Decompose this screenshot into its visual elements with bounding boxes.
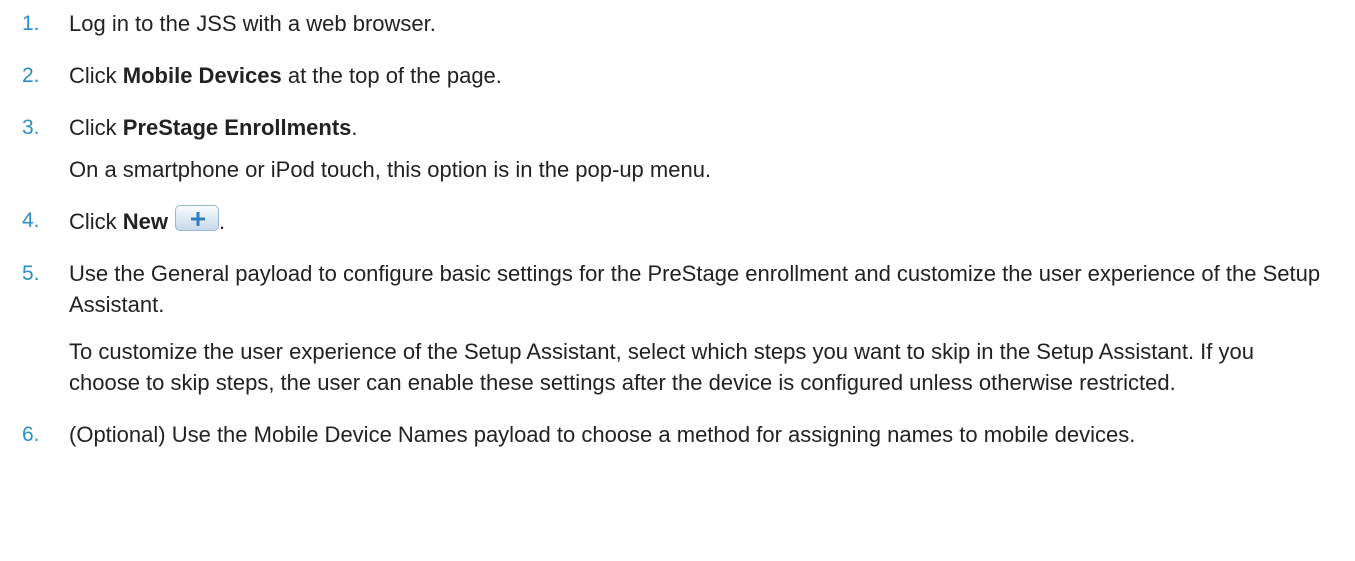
step-2-text-before: Click — [69, 63, 123, 88]
step-3-text: Click PreStage Enrollments. — [69, 115, 358, 140]
step-6: 6. (Optional) Use the Mobile Device Name… — [0, 419, 1355, 450]
step-3: 3. Click PreStage Enrollments. On a smar… — [0, 112, 1355, 185]
step-3-text-before: Click — [69, 115, 123, 140]
step-6-text: (Optional) Use the Mobile Device Names p… — [69, 422, 1136, 447]
step-4-ui-term: New — [122, 209, 169, 234]
step-1-text: Log in to the JSS with a web browser. — [69, 11, 436, 36]
step-6-number: 6. — [22, 423, 40, 446]
step-2-text-after: at the top of the page. — [281, 63, 502, 88]
step-4-text-before: Click — [69, 209, 123, 234]
step-5-text: Use the General payload to configure bas… — [69, 261, 1321, 317]
step-3-text-after: . — [351, 115, 358, 140]
step-4-text: Click New. — [69, 205, 226, 234]
step-4-text-after: . — [219, 209, 226, 234]
step-3-number: 3. — [22, 116, 40, 139]
step-5: 5. Use the General payload to configure … — [0, 258, 1355, 398]
step-5-number: 5. — [22, 262, 40, 285]
step-4: 4. Click New. — [0, 205, 1355, 237]
step-1: 1. Log in to the JSS with a web browser. — [0, 8, 1355, 39]
new-button-image — [175, 205, 220, 231]
step-5-note: To customize the user experience of the … — [69, 339, 1254, 395]
step-4-number: 4. — [22, 209, 40, 232]
step-2: 2. Click Mobile Devices at the top of th… — [0, 60, 1355, 91]
plus-icon — [191, 212, 206, 226]
step-2-text: Click Mobile Devices at the top of the p… — [69, 63, 502, 88]
step-3-note: On a smartphone or iPod touch, this opti… — [69, 157, 712, 182]
step-1-number: 1. — [22, 12, 40, 35]
step-2-ui-term: Mobile Devices — [122, 63, 282, 88]
step-2-number: 2. — [22, 64, 40, 87]
step-3-ui-term: PreStage Enrollments — [122, 115, 352, 140]
procedure-steps: 1. Log in to the JSS with a web browser.… — [0, 0, 1355, 450]
